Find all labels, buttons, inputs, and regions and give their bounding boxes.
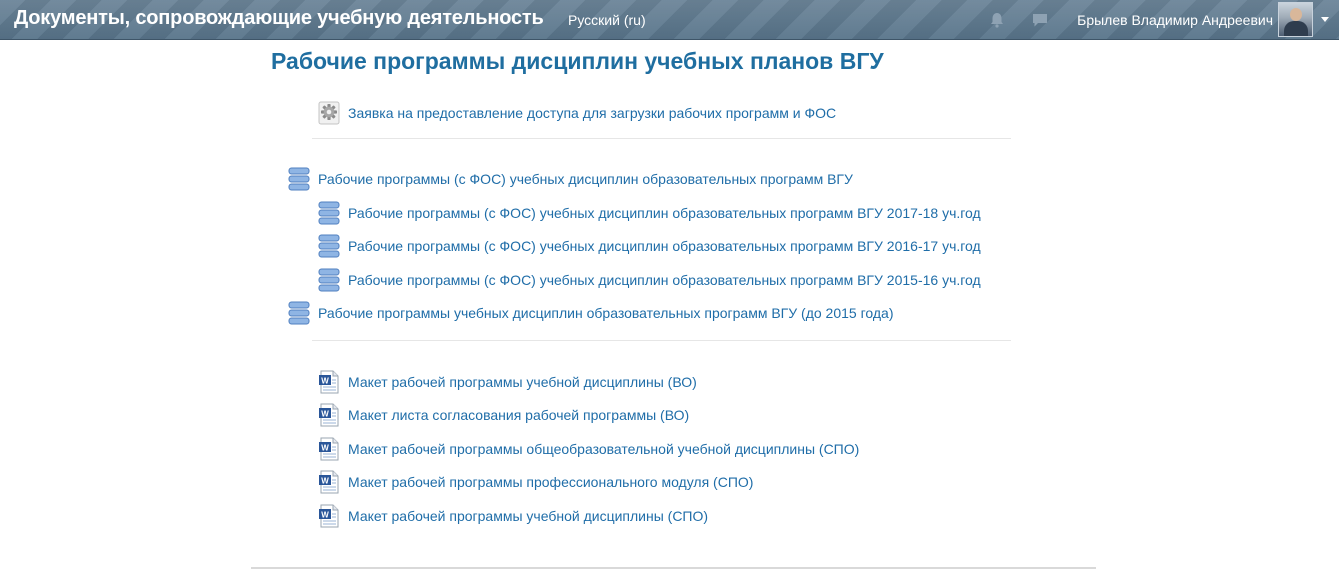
svg-text:W: W [321, 376, 329, 385]
word-document-icon: W [318, 504, 340, 528]
database-link-label: Рабочие программы (с ФОС) учебных дисцип… [348, 272, 981, 288]
database-icon [288, 167, 310, 191]
document-link-vo-program[interactable]: W Макет рабочей программы учебной дисцип… [318, 369, 697, 395]
word-document-icon: W [318, 370, 340, 394]
database-link-2016-17[interactable]: Рабочие программы (с ФОС) учебных дисцип… [318, 233, 981, 259]
request-access-link[interactable]: Заявка на предоставление доступа для заг… [318, 100, 836, 126]
document-link-vo-approval[interactable]: W Макет листа согласования рабочей прогр… [318, 402, 689, 428]
document-link-label: Макет рабочей программы профессиональног… [348, 474, 754, 490]
document-link-spo-general[interactable]: W Макет рабочей программы общеобразовате… [318, 436, 859, 462]
document-link-label: Макет рабочей программы общеобразователь… [348, 441, 860, 457]
word-document-icon: W [318, 437, 340, 461]
site-title-link[interactable]: Документы, сопровождающие учебную деятел… [14, 7, 544, 30]
document-link-label: Макет рабочей программы учебной дисципли… [348, 508, 709, 524]
document-link-spo-discipline[interactable]: W Макет рабочей программы учебной дисцип… [318, 503, 708, 529]
request-access-label: Заявка на предоставление доступа для заг… [348, 105, 837, 121]
database-link-2017-18[interactable]: Рабочие программы (с ФОС) учебных дисцип… [318, 200, 981, 226]
document-link-spo-module[interactable]: W Макет рабочей программы профессиональн… [318, 469, 753, 495]
language-menu[interactable]: Русский (ru) [568, 12, 646, 28]
database-link-fos[interactable]: Рабочие программы (с ФОС) учебных дисцип… [288, 166, 853, 192]
document-link-label: Макет листа согласования рабочей програм… [348, 407, 690, 423]
avatar-body [1284, 21, 1308, 36]
word-document-icon: W [318, 403, 340, 427]
bell-icon[interactable] [988, 11, 1006, 29]
message-icon[interactable] [1031, 11, 1049, 29]
gear-icon [318, 101, 340, 125]
top-navbar: Документы, сопровождающие учебную деятел… [0, 0, 1339, 40]
document-link-label: Макет рабочей программы учебной дисципли… [348, 374, 697, 390]
page-title: Рабочие программы дисциплин учебных план… [271, 48, 884, 74]
section-divider [312, 340, 1011, 341]
word-document-icon: W [318, 470, 340, 494]
database-icon [318, 268, 340, 292]
database-link-2015-16[interactable]: Рабочие программы (с ФОС) учебных дисцип… [318, 267, 981, 293]
database-icon [318, 234, 340, 258]
database-icon [288, 301, 310, 325]
svg-text:W: W [321, 443, 329, 452]
svg-text:W: W [321, 510, 329, 519]
database-link-label: Рабочие программы (с ФОС) учебных дисцип… [348, 238, 981, 254]
svg-text:W: W [321, 476, 329, 485]
database-icon [318, 201, 340, 225]
user-menu-name[interactable]: Брылев Владимир Андреевич [1077, 12, 1273, 28]
avatar-head [1290, 8, 1302, 21]
avatar[interactable] [1278, 2, 1313, 37]
chevron-down-icon[interactable] [1321, 17, 1329, 22]
database-link-before-2015[interactable]: Рабочие программы учебных дисциплин обра… [288, 300, 893, 326]
section-divider [312, 138, 1011, 139]
database-link-label: Рабочие программы (с ФОС) учебных дисцип… [318, 171, 853, 187]
database-link-label: Рабочие программы (с ФОС) учебных дисцип… [348, 205, 981, 221]
svg-text:W: W [321, 409, 329, 418]
database-link-label: Рабочие программы учебных дисциплин обра… [318, 305, 894, 321]
footer-divider [251, 567, 1096, 569]
